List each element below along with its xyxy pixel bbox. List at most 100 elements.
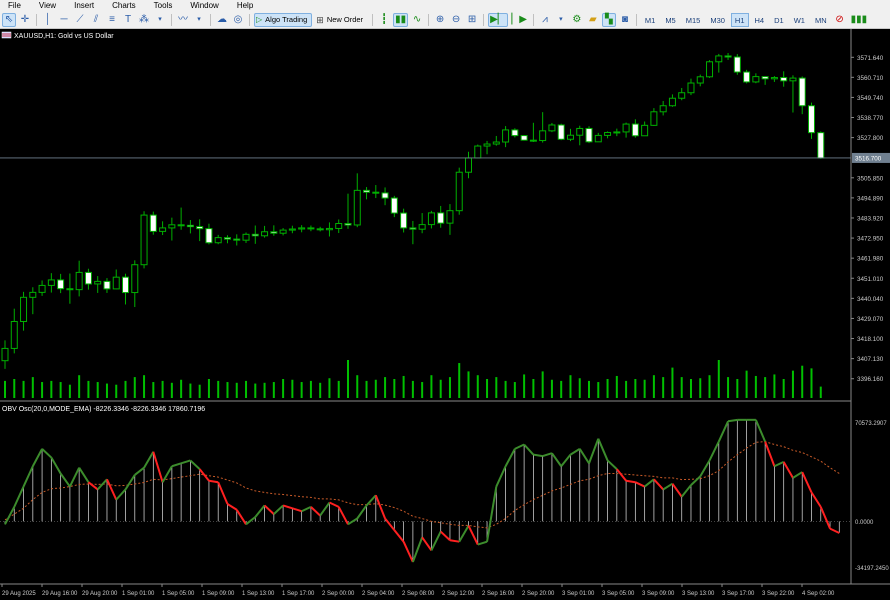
candle-body — [400, 212, 408, 229]
price-label: 3538.770 — [857, 115, 884, 122]
chart-shift-icon[interactable]: ▏▶ — [510, 13, 529, 27]
time-label: 2 Sep 08:00 — [402, 591, 435, 597]
toolbar-separator — [532, 14, 534, 26]
candle-body — [465, 157, 472, 173]
menu-window[interactable]: Window — [188, 0, 220, 12]
candle-body — [20, 296, 28, 322]
time-label: 3 Sep 05:00 — [602, 591, 635, 597]
candle-body — [724, 55, 732, 58]
candle-body — [94, 280, 102, 285]
candle-body — [75, 271, 83, 291]
timeframe-m30[interactable]: M30 — [706, 13, 729, 27]
time-label: 29 Aug 20:00 — [82, 591, 118, 597]
color-icon[interactable]: ▚ — [601, 13, 616, 27]
chart-canvas[interactable]: 3571.640 3560.710 3549.740 3538.770 3527.800… — [0, 29, 890, 600]
candle-body — [557, 124, 565, 140]
dropdown-arrow-icon[interactable]: ▾ — [192, 13, 206, 27]
candle-body — [455, 171, 463, 212]
candle-body — [807, 105, 815, 134]
candle-body — [641, 124, 649, 137]
time-label: 1 Sep 09:00 — [202, 591, 235, 597]
candle-body — [659, 105, 667, 113]
toolbar-separator — [171, 14, 172, 26]
market-icon[interactable]: ☁ — [215, 13, 229, 27]
zoom-out-icon[interactable]: ⊖ — [449, 13, 463, 27]
autoscroll-icon[interactable]: ▶▏ — [488, 13, 508, 27]
price-label: 3505.850 — [857, 175, 884, 182]
folder-icon[interactable]: ▰ — [586, 13, 600, 27]
candle-body — [548, 124, 556, 132]
candle-body — [251, 233, 259, 237]
timeframe-m5[interactable]: M5 — [661, 13, 679, 27]
dropdown-arrow-icon[interactable]: ▾ — [554, 13, 568, 27]
price-label: 3396.160 — [857, 376, 884, 383]
text-icon[interactable]: T — [121, 13, 135, 27]
cursor-icon[interactable]: ⇖ — [2, 13, 16, 27]
candle-chart-icon[interactable]: ▮▮ — [393, 13, 409, 27]
shapes-icon[interactable]: ⁂ — [137, 13, 151, 27]
candle-body — [817, 132, 825, 159]
candle-body — [437, 212, 445, 224]
timeframe-m15[interactable]: M15 — [682, 13, 705, 27]
settings-icon[interactable]: ⚙ — [570, 13, 584, 27]
time-label: 3 Sep 01:00 — [562, 591, 595, 597]
chart-window[interactable]: 3571.640 3560.710 3549.740 3538.770 3527.800… — [0, 29, 890, 600]
crosshair-icon[interactable]: ✛ — [18, 13, 32, 27]
zoom-in-icon[interactable]: ⊕ — [433, 13, 447, 27]
signal-strength-icon: ▮▮▮ — [850, 14, 868, 25]
candle-body — [47, 279, 55, 286]
time-label: 1 Sep 13:00 — [242, 591, 275, 597]
candle-body — [372, 191, 380, 194]
menu-tools[interactable]: Tools — [152, 0, 175, 12]
screenshot-icon[interactable]: ◙ — [618, 13, 632, 27]
timeframe-h1[interactable]: H1 — [730, 13, 749, 27]
menu-file[interactable]: File — [6, 0, 23, 12]
menu-help[interactable]: Help — [235, 0, 255, 12]
price-label: 3494.890 — [857, 195, 884, 202]
indicator-list-icon[interactable]: ⩘ — [538, 13, 552, 27]
candle-body — [66, 288, 74, 291]
candle-body — [502, 129, 510, 143]
bar-chart-icon[interactable]: ┇ — [377, 13, 391, 27]
grid-icon[interactable]: ⊞ — [465, 13, 479, 27]
new-order-button[interactable]: ⊞ New Order — [314, 13, 368, 27]
fibonacci-icon[interactable]: ≡ — [105, 13, 119, 27]
vertical-line-icon[interactable]: │ — [41, 13, 55, 27]
timeframe-w1[interactable]: W1 — [790, 13, 809, 27]
candle-body — [363, 189, 371, 193]
candle-body — [780, 77, 788, 82]
horizontal-line-icon[interactable]: ─ — [57, 13, 71, 27]
candle-body — [576, 127, 584, 136]
timeframe-mn[interactable]: MN — [811, 13, 831, 27]
toolbar-separator — [635, 14, 637, 26]
menu-view[interactable]: View — [37, 0, 58, 12]
dropdown-arrow-icon[interactable]: ▾ — [153, 13, 167, 27]
candle-body — [390, 197, 398, 214]
alert-icon[interactable]: ⊘ — [833, 13, 847, 27]
price-label: 3549.740 — [857, 95, 884, 102]
algo-trading-label: Algo Trading — [265, 15, 308, 24]
candle-body — [631, 123, 639, 137]
signals-icon[interactable]: ◎ — [231, 13, 245, 27]
candle-body — [168, 224, 176, 229]
timeframe-m1[interactable]: M1 — [641, 13, 659, 27]
candle-body — [789, 77, 797, 82]
timeframe-d1[interactable]: D1 — [770, 13, 788, 27]
line-chart-icon[interactable]: ∿ — [410, 13, 424, 27]
candle-body — [10, 320, 18, 349]
trendline-icon[interactable]: ⟋ — [73, 13, 87, 27]
toolbar-separator — [428, 14, 430, 26]
candle-body — [483, 143, 491, 147]
main-toolbar: ⇖ ✛ │ ─ ⟋ ⫽ ≡ T ⁂ ▾ 〰 ▾ ☁ ◎ ▷ Algo Tradi… — [0, 12, 890, 29]
time-label: 4 Sep 02:00 — [802, 591, 835, 597]
menu-insert[interactable]: Insert — [72, 0, 96, 12]
candle-body — [687, 82, 695, 94]
candle-body — [678, 92, 686, 99]
indicators-icon[interactable]: 〰 — [176, 13, 190, 27]
candle-body — [131, 264, 139, 294]
candle-body — [335, 223, 343, 229]
algo-trading-button[interactable]: ▷ Algo Trading — [254, 13, 313, 27]
menu-charts[interactable]: Charts — [110, 0, 138, 12]
timeframe-h4[interactable]: H4 — [751, 13, 769, 27]
channel-icon[interactable]: ⫽ — [89, 13, 103, 27]
